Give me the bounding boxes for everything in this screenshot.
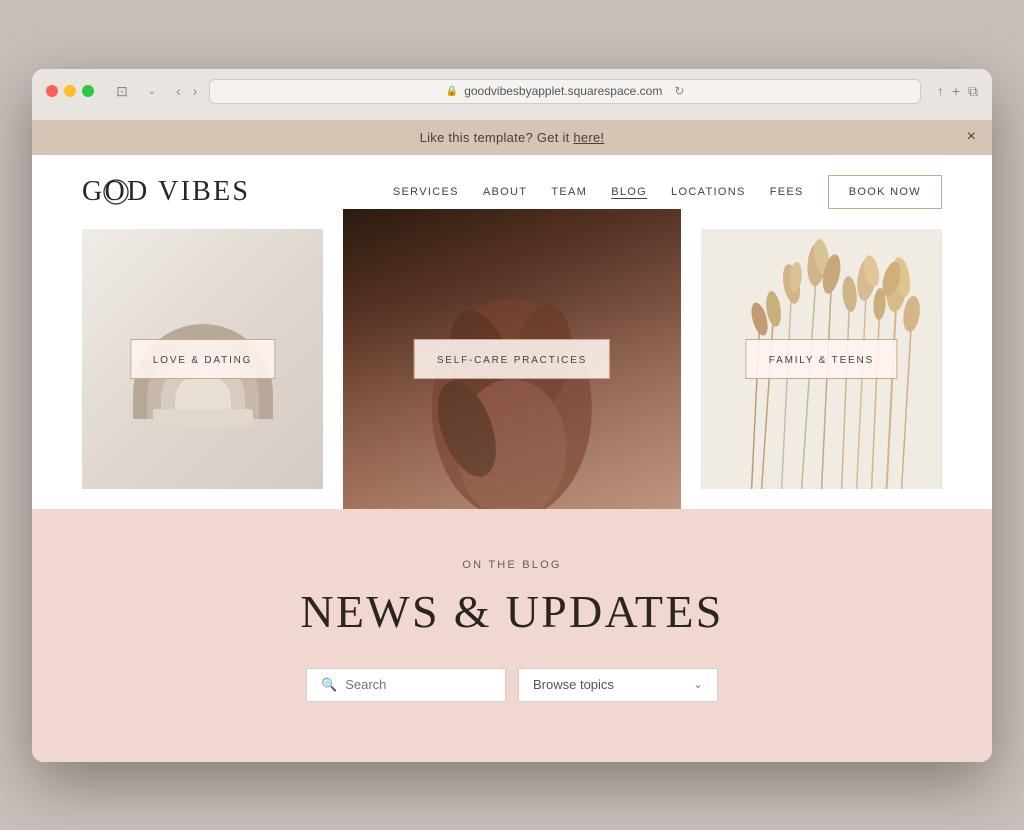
category-love-dating[interactable]: LOVE & DATING xyxy=(82,229,323,489)
forward-button[interactable]: › xyxy=(189,81,202,101)
browser-actions: ↑ + ⧉ xyxy=(937,83,978,100)
fullscreen-traffic-light[interactable] xyxy=(82,85,94,97)
blog-subtitle: ON THE BLOG xyxy=(82,559,942,571)
love-dating-label[interactable]: LOVE & DATING xyxy=(130,339,275,379)
nav-links: SERVICES ABOUT TEAM BLOG LOCATIONS FEES … xyxy=(393,175,942,209)
search-icon: 🔍 xyxy=(321,677,337,693)
back-button[interactable]: ‹ xyxy=(172,81,185,101)
share-button[interactable]: ↑ xyxy=(937,83,944,100)
blog-section: ON THE BLOG NEWS & UPDATES 🔍 Browse topi… xyxy=(32,509,992,762)
announcement-bar: Like this template? Get it here! × xyxy=(32,120,992,155)
browser-window: ⊡ ⌄ ‹ › 🔒 goodvibesbyapplet.squarespace.… xyxy=(32,69,992,762)
lock-icon: 🔒 xyxy=(446,86,458,97)
logo-text-2: D VIBES xyxy=(127,176,250,208)
family-teens-label-text: FAMILY & TEENS xyxy=(769,355,874,366)
chevron-down-icon: ⌄ xyxy=(693,677,703,692)
chevron-down-icon[interactable]: ⌄ xyxy=(140,81,164,101)
tab-bar xyxy=(46,112,978,120)
family-teens-label[interactable]: FAMILY & TEENS xyxy=(746,339,897,379)
logo-text: G xyxy=(82,176,104,208)
nav-about[interactable]: ABOUT xyxy=(483,186,528,198)
browser-chrome: ⊡ ⌄ ‹ › 🔒 goodvibesbyapplet.squarespace.… xyxy=(32,69,992,120)
logo-o-special: O xyxy=(104,176,126,208)
browse-topics-dropdown[interactable]: Browse topics ⌄ xyxy=(518,668,718,702)
categories-section: LOVE & DATING SELF-CARE xyxy=(32,229,992,509)
sidebar-toggle-button[interactable]: ⊡ xyxy=(110,81,134,101)
self-care-label-text: SELF-CARE PRACTICES xyxy=(437,355,587,366)
announcement-text: Like this template? Get it here! xyxy=(420,130,605,145)
announcement-link[interactable]: here! xyxy=(573,130,604,145)
book-now-button[interactable]: BOOK NOW xyxy=(828,175,942,209)
self-care-label[interactable]: SELF-CARE PRACTICES xyxy=(414,339,610,379)
search-input[interactable] xyxy=(345,677,491,692)
blog-controls: 🔍 Browse topics ⌄ xyxy=(82,668,942,702)
announcement-close-button[interactable]: × xyxy=(967,128,976,146)
logo[interactable]: G O D VIBES xyxy=(82,176,250,208)
tabs-button[interactable]: ⧉ xyxy=(968,83,978,100)
browse-topics-text: Browse topics xyxy=(533,677,614,692)
browser-titlebar: ⊡ ⌄ ‹ › 🔒 goodvibesbyapplet.squarespace.… xyxy=(46,79,978,104)
nav-fees[interactable]: FEES xyxy=(770,186,804,198)
address-bar[interactable]: 🔒 goodvibesbyapplet.squarespace.com ↻ xyxy=(209,79,920,104)
close-traffic-light[interactable] xyxy=(46,85,58,97)
blog-title: NEWS & UPDATES xyxy=(82,585,942,638)
url-text: goodvibesbyapplet.squarespace.com xyxy=(464,84,662,98)
minimize-traffic-light[interactable] xyxy=(64,85,76,97)
website-content: Like this template? Get it here! × G O D… xyxy=(32,120,992,762)
nav-locations[interactable]: LOCATIONS xyxy=(671,186,746,198)
nav-blog[interactable]: BLOG xyxy=(611,186,647,198)
nav-services[interactable]: SERVICES xyxy=(393,186,459,198)
new-tab-button[interactable]: + xyxy=(952,83,960,100)
traffic-lights xyxy=(46,85,94,97)
love-dating-label-text: LOVE & DATING xyxy=(153,355,252,366)
search-box[interactable]: 🔍 xyxy=(306,668,506,702)
nav-team[interactable]: TEAM xyxy=(551,186,587,198)
refresh-icon[interactable]: ↻ xyxy=(674,84,684,99)
category-self-care[interactable]: SELF-CARE PRACTICES xyxy=(343,209,681,509)
nav-arrows: ‹ › xyxy=(172,81,201,101)
category-family-teens[interactable]: FAMILY & TEENS xyxy=(701,229,942,489)
browser-controls: ⊡ ⌄ xyxy=(110,81,164,101)
